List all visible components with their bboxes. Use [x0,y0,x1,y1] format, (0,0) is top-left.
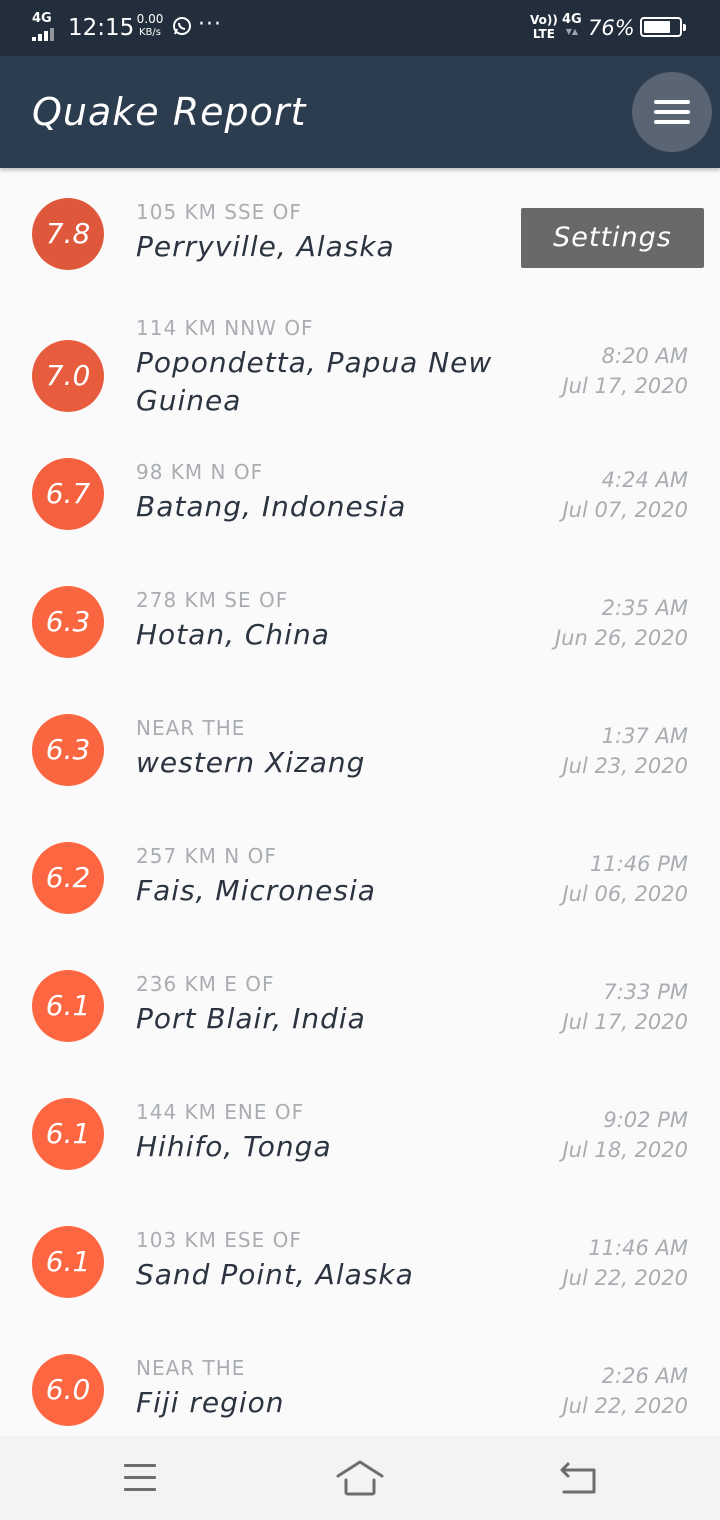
magnitude-circle: 7.0 [32,340,104,412]
quake-time: 7:33 PM [603,980,688,1004]
magnitude-circle: 6.1 [32,1226,104,1298]
more-notifications-icon: ··· [198,12,222,37]
primary-location: Sand Point, Alaska [136,1258,414,1291]
quake-date: Jul 17, 2020 [562,374,688,398]
magnitude-circle: 7.8 [32,198,104,270]
primary-location: Batang, Indonesia [136,490,407,523]
quake-date: Jul 22, 2020 [562,1266,688,1290]
primary-location: Hotan, China [136,618,330,651]
home-button[interactable] [334,1458,386,1498]
location-offset: 144 KM ENE OF [136,1100,305,1124]
magnitude-circle: 6.0 [32,1354,104,1426]
magnitude-circle: 6.2 [32,842,104,914]
location-offset: NEAR THE [136,1356,246,1380]
location-offset: 236 KM E OF [136,972,275,996]
navigation-bar [0,1436,720,1520]
whatsapp-icon [173,17,191,35]
speed-unit: KB/s [139,27,161,38]
quake-time: 9:02 PM [603,1108,688,1132]
network-speed: 0.00 KB/s [130,13,170,39]
quake-date: Jul 22, 2020 [562,1394,688,1418]
magnitude-circle: 6.3 [32,714,104,786]
location-offset: 98 KM N OF [136,460,264,484]
volte-top: Vo)) [530,13,558,27]
location-offset: 114 KM NNW OF [136,316,314,340]
primary-location: Fiji region [136,1386,285,1419]
quake-time: 2:35 AM [601,596,688,620]
quake-time: 11:46 AM [588,1236,688,1260]
network-type-indicator: 4G ▼▲ [562,13,582,37]
network-type: 4G [562,12,582,27]
primary-location: Popondetta, Papua New Guinea [136,346,493,417]
quake-date: Jul 17, 2020 [562,1010,688,1034]
location-offset: NEAR THE [136,716,246,740]
location-offset: 105 KM SSE OF [136,200,302,224]
primary-location: Hihifo, Tonga [136,1130,332,1163]
overflow-menu-button[interactable] [632,72,712,152]
primary-location: Port Blair, India [136,1002,366,1035]
battery-icon [640,17,686,37]
primary-location: western Xizang [136,746,366,779]
primary-location: Perryville, Alaska [136,230,395,263]
magnitude-circle: 6.1 [32,970,104,1042]
magnitude-circle: 6.7 [32,458,104,530]
quake-date: Jul 23, 2020 [562,754,688,778]
network-label: 4G [32,11,52,26]
recent-apps-button[interactable] [122,1456,160,1500]
quake-time: 4:24 AM [601,468,688,492]
data-arrows-icon: ▼▲ [565,27,579,36]
location-offset: 278 KM SE OF [136,588,289,612]
status-time: 12:15 [68,15,135,41]
location-offset: 103 KM ESE OF [136,1228,302,1252]
signal-icon: 4G [32,12,60,42]
quake-time: 2:26 AM [601,1364,688,1388]
quake-time: 1:37 AM [601,724,688,748]
status-bar: 4G 12:15 0.00 KB/s ··· Vo)) LTE 4G ▼▲ 76… [0,0,720,56]
magnitude-circle: 6.1 [32,1098,104,1170]
quake-date: Jul 06, 2020 [562,882,688,906]
hamburger-menu-icon [654,100,690,104]
quake-time: 8:20 AM [601,344,688,368]
speed-value: 0.00 [136,12,164,26]
app-bar: Quake Report [0,56,720,168]
quake-date: Jun 26, 2020 [554,626,688,650]
quake-date: Jul 18, 2020 [562,1138,688,1162]
quake-date: Jul 07, 2020 [562,498,688,522]
magnitude-circle: 6.3 [32,586,104,658]
battery-percent: 76% [588,16,635,40]
location-offset: 257 KM N OF [136,844,277,868]
quake-time: 11:46 PM [590,852,688,876]
volte-bottom: LTE [532,27,555,41]
volte-indicator: Vo)) LTE [530,13,558,41]
app-title: Quake Report [32,90,307,134]
earthquake-list[interactable]: 7.8105 KM SSE OFPerryville, Alaska11:42 … [0,168,720,1436]
back-button[interactable] [558,1460,600,1496]
primary-location: Fais, Micronesia [136,874,376,907]
battery-fill [644,21,670,33]
settings-menu-item[interactable]: Settings [521,208,704,268]
